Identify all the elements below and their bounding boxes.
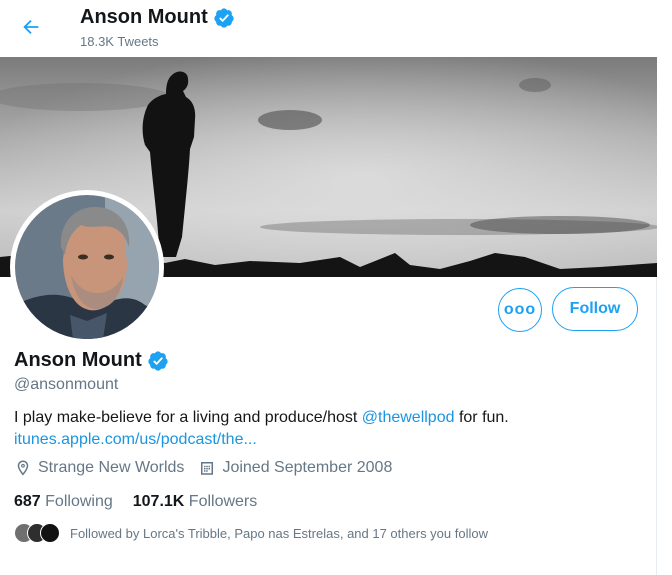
back-arrow-icon	[23, 19, 39, 35]
header-name-text: Anson Mount	[80, 6, 208, 28]
tweet-count: 18.3K Tweets	[80, 34, 159, 49]
joined-date: Joined September 2008	[198, 459, 392, 477]
profile-bio: I play make-believe for a living and pro…	[14, 407, 644, 429]
followers-count: 107.1K	[132, 493, 185, 510]
verified-badge-icon	[213, 7, 235, 29]
follower-avatars	[14, 523, 60, 543]
followers-label: Followers	[188, 493, 258, 510]
bio-mention-link[interactable]: @thewellpod	[362, 409, 455, 426]
profile-name-text: Anson Mount	[14, 349, 142, 371]
profile-header: Anson Mount 18.3K Tweets	[0, 0, 657, 57]
bio-text-after: for fun.	[454, 409, 509, 426]
joined-text: Joined September 2008	[222, 459, 393, 476]
location: Strange New Worlds	[14, 459, 184, 477]
followed-by-text: Followed by Lorca's Tribble, Papo nas Es…	[70, 525, 488, 541]
profile-handle: @ansonmount	[14, 376, 119, 393]
following-label: Following	[45, 493, 113, 510]
calendar-icon	[201, 462, 214, 475]
following-count: 687	[14, 493, 41, 510]
profile-stats: 687 Following 107.1K Followers	[14, 493, 257, 511]
more-options-button[interactable]: ooo	[498, 288, 542, 332]
verified-badge-icon	[147, 350, 169, 372]
location-text: Strange New Worlds	[38, 459, 185, 476]
more-options-icon: ooo	[503, 301, 537, 318]
profile-name: Anson Mount	[14, 349, 169, 372]
profile-page: Anson Mount 18.3K Tweets ooo Follow Anso…	[0, 0, 657, 575]
header-title: Anson Mount	[80, 6, 235, 29]
followed-by-row[interactable]: Followed by Lorca's Tribble, Papo nas Es…	[14, 523, 488, 543]
location-pin-icon	[17, 460, 29, 476]
follow-button[interactable]: Follow	[552, 287, 638, 331]
profile-url-link[interactable]: itunes.apple.com/us/podcast/the...	[14, 429, 257, 451]
followers-stat[interactable]: 107.1K Followers	[133, 493, 258, 511]
profile-meta: Strange New Worlds Joined September 2008	[14, 459, 406, 477]
profile-avatar[interactable]	[10, 190, 164, 344]
right-gutter	[657, 0, 672, 575]
avatar	[40, 523, 60, 543]
back-button[interactable]	[14, 10, 48, 44]
bio-text-before: I play make-believe for a living and pro…	[14, 409, 362, 426]
following-stat[interactable]: 687 Following	[14, 493, 113, 511]
